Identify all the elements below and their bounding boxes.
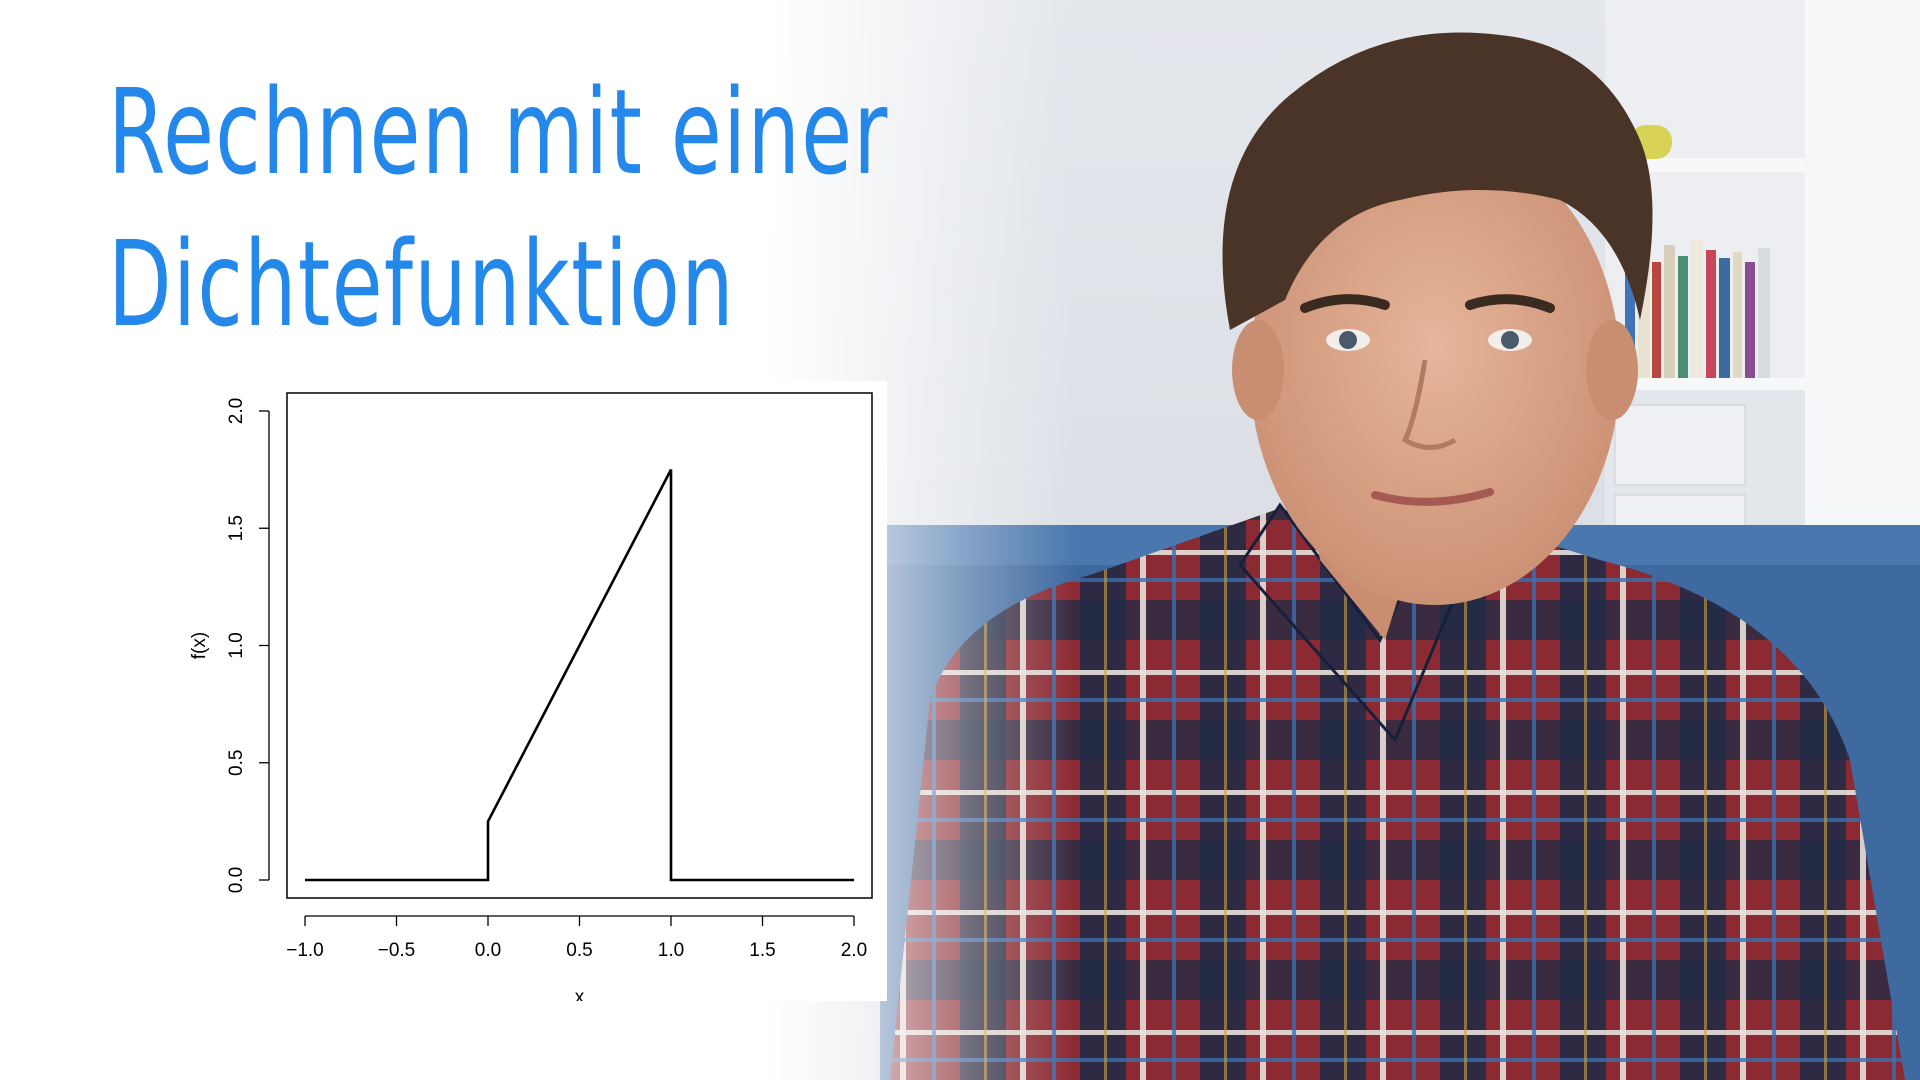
y-axis-title: f(x) (189, 632, 210, 659)
y-tick-label: 0.5 (226, 750, 247, 776)
x-axis-title: x (575, 987, 585, 1001)
y-tick-label: 1.0 (226, 632, 247, 658)
x-tick-label: 0.0 (475, 940, 501, 961)
x-tick-label: −0.5 (378, 940, 416, 961)
x-tick-label: 1.0 (658, 940, 684, 961)
video-title: Rechnen mit einer Dichtefunktion (108, 56, 889, 360)
density-plot: −1.0 −0.5 0.0 0.5 1.0 1.5 2.0 0.0 0.5 1.0 1.5 2.0 x f… (189, 392, 873, 1001)
density-line (305, 469, 854, 882)
y-tick-label: 0.0 (226, 867, 247, 893)
x-tick-label: 0.5 (566, 940, 592, 961)
title-line-1: Rechnen mit einer (108, 63, 889, 201)
x-tick-label: 1.5 (749, 940, 775, 961)
density-plot-panel: −1.0 −0.5 0.0 0.5 1.0 1.5 2.0 0.0 0.5 1.0 1.5 2.0 x f… (175, 381, 887, 1001)
y-tick-label: 1.5 (226, 515, 247, 541)
y-tick-label: 2.0 (226, 398, 247, 424)
title-line-2: Dichtefunktion (108, 215, 735, 353)
x-tick-label: −1.0 (286, 940, 324, 961)
x-tick-label: 2.0 (841, 940, 867, 961)
